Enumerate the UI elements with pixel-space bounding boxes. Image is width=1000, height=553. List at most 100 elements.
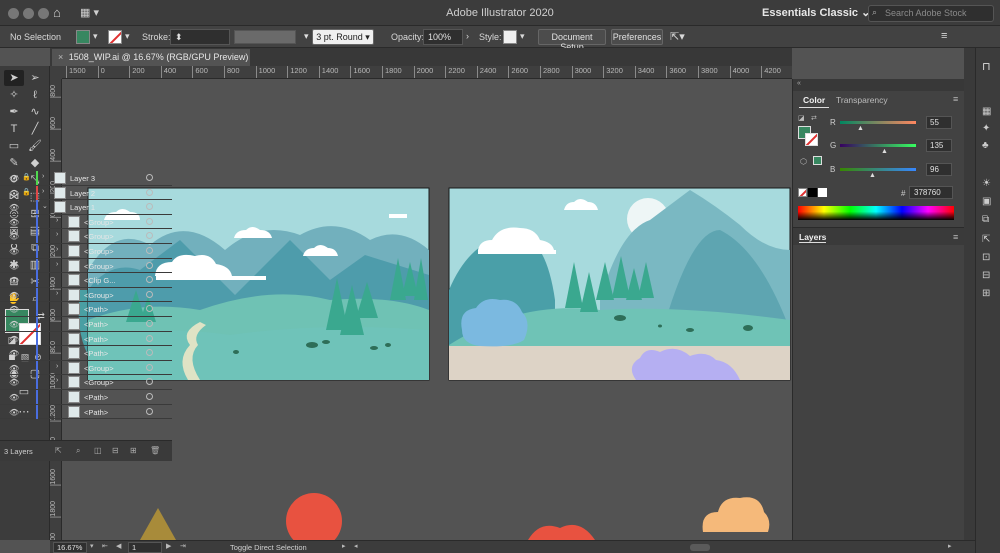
- visibility-eye-icon[interactable]: 👁: [9, 189, 19, 198]
- visibility-eye-icon[interactable]: 👁: [9, 408, 19, 417]
- direct-selection-tool-icon[interactable]: ➢: [25, 70, 45, 86]
- chevron-right-icon[interactable]: ›: [42, 188, 44, 195]
- target-circle-icon[interactable]: [146, 276, 153, 284]
- stroke-dropdown-arrow-icon[interactable]: ▾: [125, 31, 130, 42]
- sublayer-row[interactable]: 👁 <Path>: [0, 390, 172, 405]
- sublayer-row[interactable]: 👁 <Path>: [0, 404, 172, 420]
- visibility-eye-icon[interactable]: 👁: [9, 378, 19, 387]
- color-panel-menu-icon[interactable]: ≡: [953, 94, 958, 104]
- artboards-panel-icon[interactable]: ⊡: [982, 252, 990, 263]
- fill-color-swatch[interactable]: [76, 30, 90, 44]
- sublayer-row[interactable]: 👁 › <Group>: [0, 214, 172, 230]
- swap-colors-icon[interactable]: ⇄: [811, 114, 817, 122]
- scroll-left-icon[interactable]: ◂: [354, 542, 358, 550]
- first-artboard-icon[interactable]: ⇤: [102, 542, 108, 550]
- graphic-style-swatch[interactable]: [503, 30, 517, 44]
- make-clipping-mask-icon[interactable]: ◫: [94, 446, 102, 455]
- visibility-eye-icon[interactable]: 👁: [9, 218, 19, 227]
- ruler-origin[interactable]: [50, 66, 62, 79]
- width-profile-arrow-icon[interactable]: ▾: [300, 29, 309, 45]
- fill-dropdown-arrow-icon[interactable]: ▾: [93, 31, 98, 42]
- graphic-styles-panel-icon[interactable]: ▣: [982, 196, 991, 207]
- export-panel-icon[interactable]: ⧉: [982, 214, 989, 225]
- target-circle-icon[interactable]: [146, 407, 153, 415]
- stroke-weight-field[interactable]: ⬍: [170, 29, 230, 45]
- horizontal-ruler[interactable]: 1500 0 200 400 600 800 1000 1200 1400 1600 1800 200…: [62, 66, 792, 79]
- selection-tool-icon[interactable]: ➤: [4, 70, 24, 86]
- hex-value-field[interactable]: 378760: [909, 186, 953, 199]
- target-circle-icon[interactable]: [146, 305, 153, 313]
- zoom-level-field[interactable]: 16.67%: [53, 542, 87, 553]
- transform-panel-icon[interactable]: ⊞: [982, 288, 990, 299]
- chevron-right-icon[interactable]: ›: [56, 217, 58, 224]
- chevron-right-icon[interactable]: ›: [56, 261, 58, 268]
- sublayer-row[interactable]: 👁 › <Group>: [0, 360, 172, 376]
- visibility-eye-icon[interactable]: 👁: [9, 262, 19, 271]
- target-circle-icon[interactable]: [146, 247, 153, 254]
- target-circle-icon[interactable]: [146, 320, 153, 327]
- red-slider[interactable]: [840, 121, 916, 124]
- sublayer-row[interactable]: 👁 <Path>: [0, 346, 172, 361]
- target-circle-icon[interactable]: [146, 334, 153, 342]
- target-circle-icon[interactable]: [146, 232, 153, 240]
- swatches-panel-icon[interactable]: ▦: [982, 106, 991, 117]
- red-slider-thumb[interactable]: ▲: [857, 125, 864, 132]
- links-panel-icon[interactable]: ⇱: [982, 234, 990, 245]
- variable-width-profile[interactable]: [234, 30, 296, 44]
- visibility-eye-icon[interactable]: 👁: [9, 232, 19, 241]
- color-spectrum[interactable]: [798, 206, 954, 220]
- chevron-right-icon[interactable]: ›: [56, 377, 58, 384]
- chevron-right-icon[interactable]: ›: [56, 231, 58, 238]
- red-value-field[interactable]: 55: [926, 116, 952, 129]
- layer-row[interactable]: 👁 🔒 › Layer 3: [0, 171, 172, 186]
- target-circle-icon[interactable]: [146, 203, 153, 211]
- sublayer-row[interactable]: 👁 › <Group>: [0, 258, 172, 274]
- align-panel-icon[interactable]: ⊟: [982, 270, 990, 281]
- visibility-eye-icon[interactable]: 👁: [9, 335, 19, 344]
- rectangle-tool-icon[interactable]: ▭: [4, 138, 24, 154]
- document-tab[interactable]: × 1508_WIP.ai @ 16.67% (RGB/GPU Preview): [52, 49, 250, 66]
- panel-stroke-swatch[interactable]: [805, 133, 818, 146]
- layer-row[interactable]: 👁 🔒 › Layer 2: [0, 185, 172, 201]
- sublayer-row[interactable]: 👁 › <Group>: [0, 287, 172, 303]
- sublayer-row[interactable]: 👁 <Path>: [0, 331, 172, 347]
- black-color-button[interactable]: [808, 188, 817, 197]
- previous-artboard-icon[interactable]: ◀: [116, 542, 121, 550]
- chevron-right-icon[interactable]: ›: [56, 363, 58, 370]
- delete-layer-icon[interactable]: 🗑: [150, 446, 160, 455]
- chevron-right-icon[interactable]: ›: [56, 290, 58, 297]
- target-circle-icon[interactable]: [146, 378, 153, 386]
- tab-layers[interactable]: Layers: [799, 232, 827, 243]
- blue-slider-thumb[interactable]: ▲: [869, 172, 876, 179]
- last-artboard-icon[interactable]: ⇥: [180, 542, 186, 550]
- document-setup-button[interactable]: Document Setup: [538, 29, 606, 52]
- visibility-eye-icon[interactable]: 👁: [9, 393, 19, 402]
- opacity-field[interactable]: 100%: [423, 29, 463, 45]
- visibility-eye-icon[interactable]: 👁: [9, 305, 19, 314]
- type-tool-icon[interactable]: T: [4, 121, 24, 137]
- horizontal-scrollbar-thumb[interactable]: [690, 544, 710, 551]
- green-slider[interactable]: [840, 144, 916, 147]
- adobe-stock-search-input[interactable]: ⌕ Search Adobe Stock: [868, 5, 994, 22]
- target-circle-icon[interactable]: [146, 261, 153, 269]
- sublayer-row[interactable]: 👁 › <Group>: [0, 229, 172, 244]
- visibility-eye-icon[interactable]: 👁: [9, 349, 19, 358]
- visibility-eye-icon[interactable]: 👁: [9, 291, 19, 300]
- sublayer-row[interactable]: 👁 › <Group>: [0, 244, 172, 259]
- opacity-arrow-icon[interactable]: ›: [466, 31, 469, 41]
- lock-icon[interactable]: 🔒: [22, 188, 31, 196]
- new-layer-icon[interactable]: ⊞: [130, 446, 137, 455]
- close-tab-icon[interactable]: ×: [58, 52, 63, 62]
- lock-icon[interactable]: 🔒: [22, 173, 31, 181]
- blue-value-field[interactable]: 96: [926, 163, 952, 176]
- next-artboard-icon[interactable]: ▶: [166, 542, 171, 550]
- sublayer-row[interactable]: 👁 <Path>: [0, 302, 172, 317]
- target-circle-icon[interactable]: [146, 363, 153, 371]
- workspace-switcher[interactable]: Essentials Classic ⌄: [762, 6, 870, 19]
- preferences-button[interactable]: Preferences: [611, 29, 663, 45]
- target-circle-icon[interactable]: [146, 188, 153, 196]
- target-circle-icon[interactable]: [146, 290, 153, 298]
- target-circle-icon[interactable]: [146, 174, 153, 181]
- layer-row[interactable]: 👁 ⌄ Layer 1: [0, 200, 172, 215]
- brush-definition-dropdown[interactable]: 3 pt. Round ▾: [312, 29, 374, 45]
